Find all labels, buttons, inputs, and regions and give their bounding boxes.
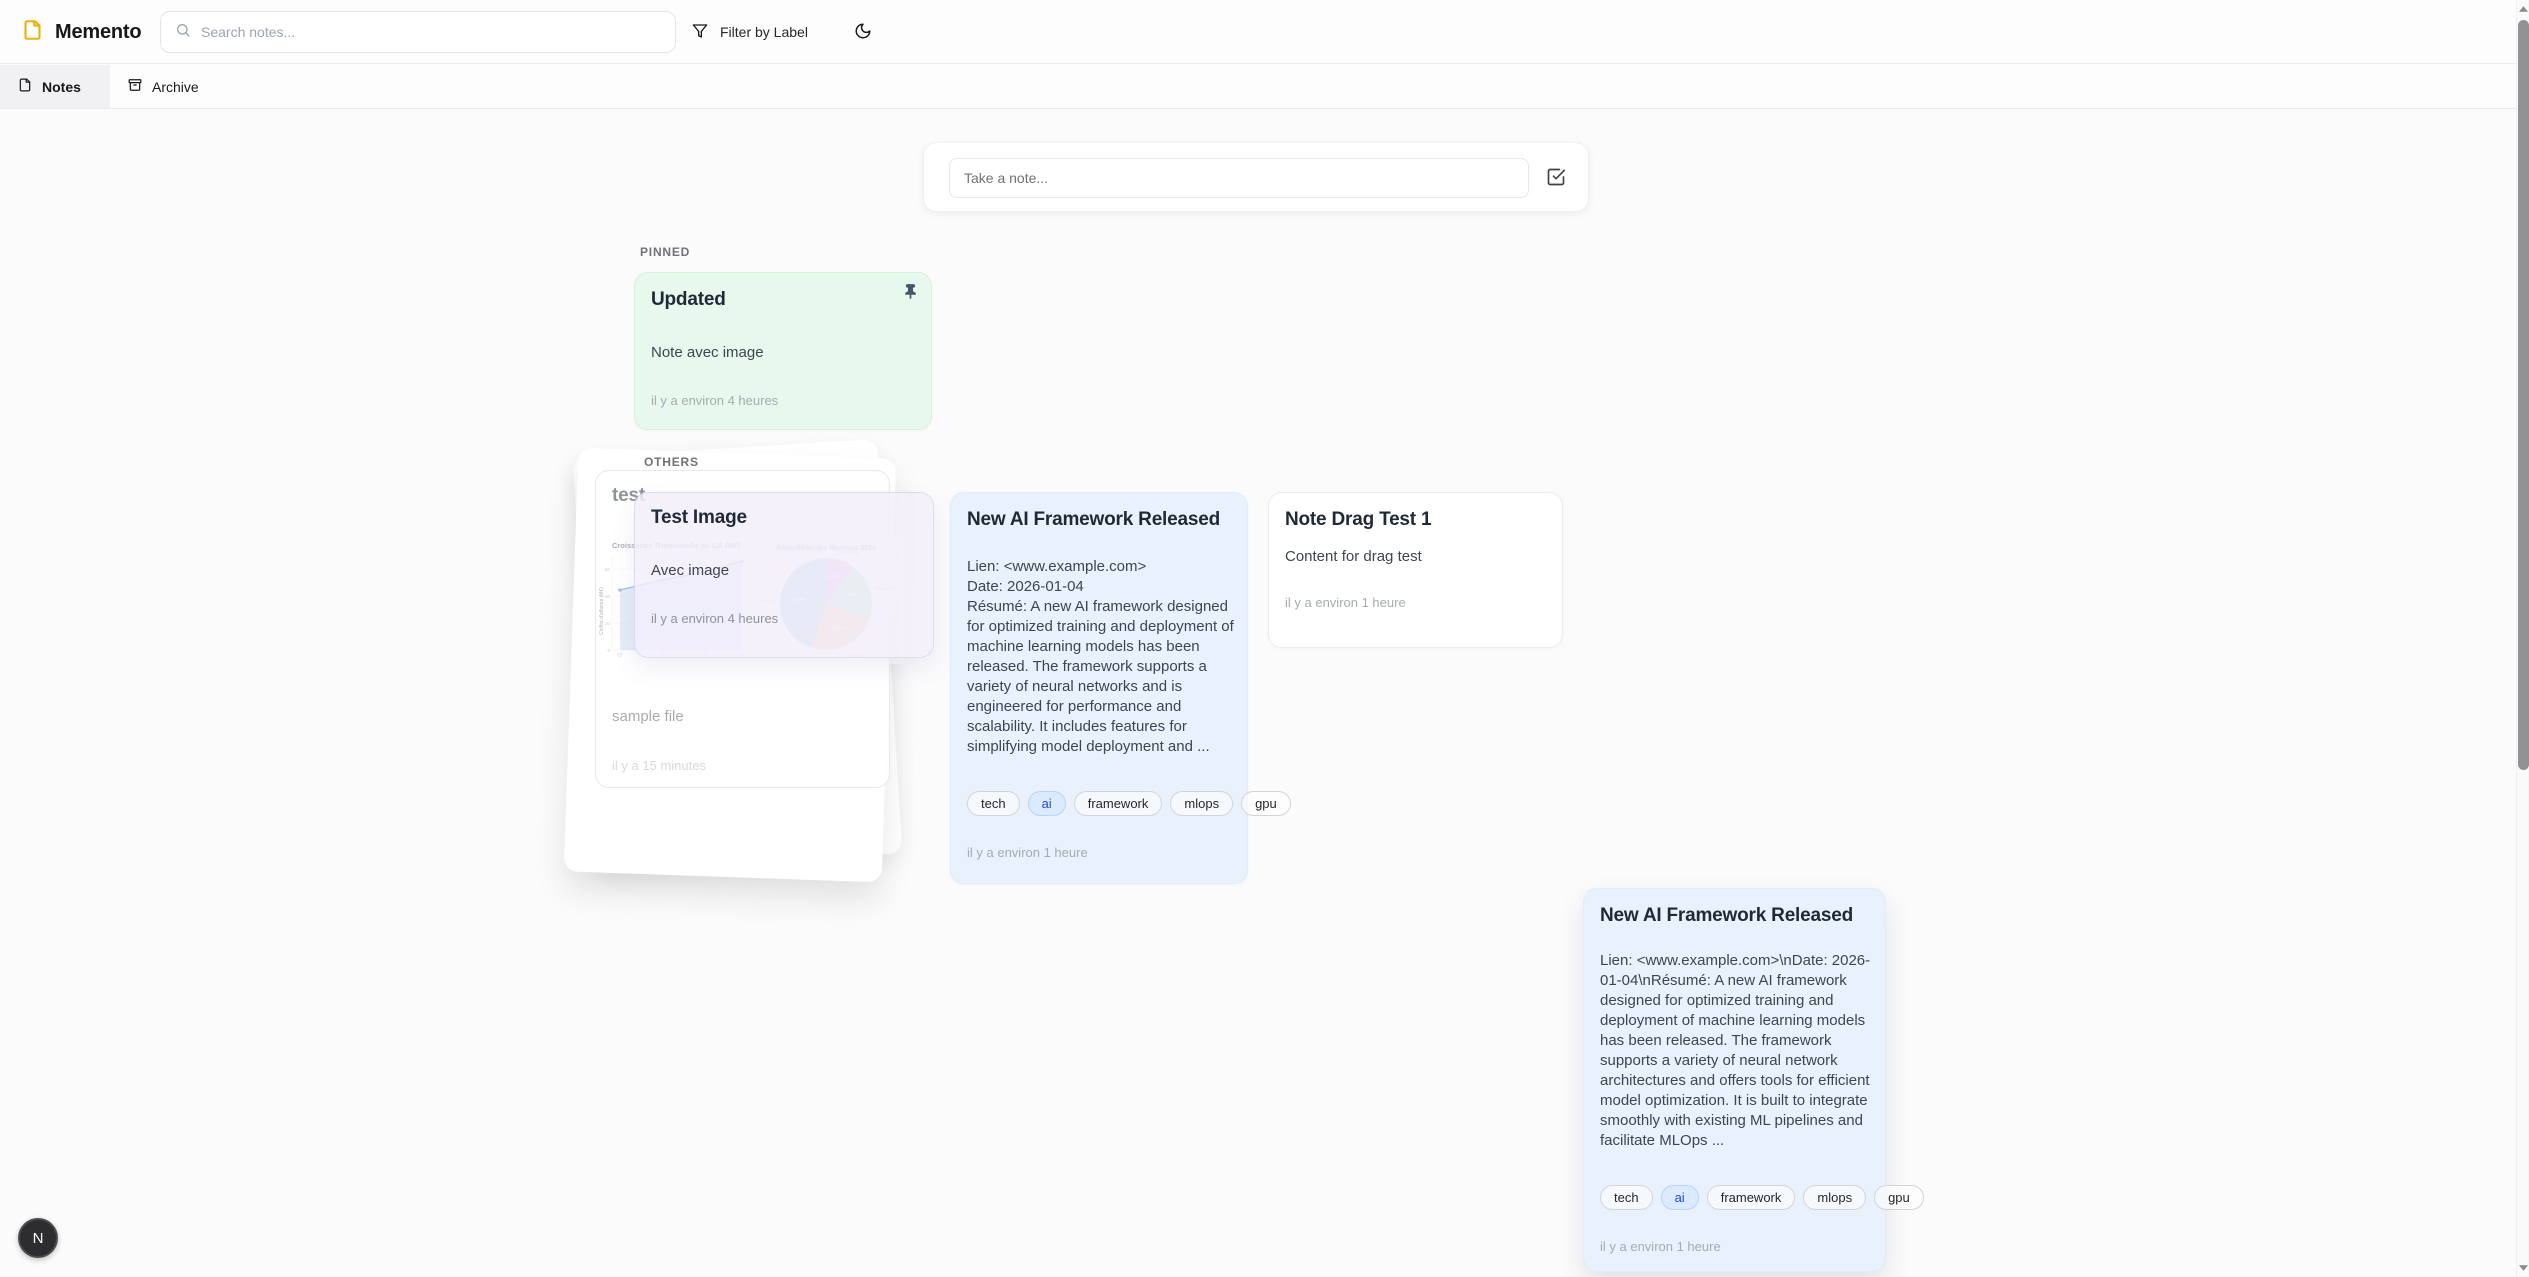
tag-pill-ai[interactable]: ai [1028, 791, 1066, 816]
note-card-drag-test-1[interactable]: Note Drag Test 1 Content for drag test i… [1268, 492, 1563, 648]
pin-button[interactable] [902, 283, 919, 303]
search-icon [175, 22, 191, 43]
note-timestamp: il y a environ 1 heure [967, 845, 1088, 860]
tag-pill-tech[interactable]: tech [1600, 1185, 1653, 1210]
tab-bar: Notes Archive [0, 65, 2529, 109]
tag-pill-ai[interactable]: ai [1661, 1185, 1699, 1210]
app-header: Memento Search notes... Filter by Label [0, 0, 2529, 64]
pin-icon [902, 288, 919, 303]
others-section-label: OTHERS [644, 455, 699, 469]
composer-placeholder: Take a note... [964, 170, 1048, 186]
note-title: New AI Framework Released [967, 509, 1231, 531]
svg-text:40: 40 [605, 594, 611, 599]
pinned-section-label: PINNED [640, 245, 690, 259]
new-checklist-button[interactable] [1538, 160, 1574, 196]
dragged-note-card-ai-framework[interactable]: New AI Framework Released Lien: <www.exa… [1583, 888, 1886, 1272]
svg-text:60: 60 [605, 567, 611, 572]
note-tags: techai framework mlops gpu [1600, 1185, 1924, 1210]
note-title: Updated [651, 289, 915, 311]
note-title: Note Drag Test 1 [1285, 509, 1546, 531]
search-input[interactable]: Search notes... [160, 11, 676, 53]
archive-icon [128, 78, 142, 95]
note-card-ai-framework[interactable]: New AI Framework Released Lien: <www.exa… [950, 492, 1248, 884]
moon-icon [854, 22, 872, 43]
note-body: Note avec image [651, 343, 915, 363]
tag-pill-tech[interactable]: tech [967, 791, 1020, 816]
note-timestamp: il y a environ 4 heures [651, 393, 915, 408]
scroll-down-arrow[interactable] [2517, 1261, 2529, 1275]
tab-archive[interactable]: Archive [110, 65, 217, 108]
search-placeholder: Search notes... [201, 24, 295, 40]
take-a-note-input[interactable]: Take a note... [949, 158, 1529, 198]
tab-notes-label: Notes [42, 79, 81, 95]
memento-logo-icon [22, 17, 43, 48]
drag-overlay-note-test-image[interactable]: Test Image Avec image il y a environ 4 h… [634, 492, 934, 658]
note-body: Avec image [651, 561, 729, 581]
filter-by-label-text: Filter by Label [720, 24, 808, 40]
tab-notes[interactable]: Notes [0, 65, 110, 108]
file-icon [18, 78, 32, 95]
filter-by-label-button[interactable]: Filter by Label [684, 14, 816, 50]
checkbox-icon [1546, 167, 1566, 190]
note-composer: Take a note... [923, 142, 1589, 212]
vertical-scrollbar [2516, 0, 2529, 1277]
tag-pill-mlops[interactable]: mlops [1170, 791, 1233, 816]
note-body: Content for drag test [1285, 547, 1422, 567]
tag-pill-gpu[interactable]: gpu [1874, 1185, 1924, 1210]
tag-pill-mlops[interactable]: mlops [1803, 1185, 1866, 1210]
scroll-up-arrow[interactable] [2517, 2, 2529, 16]
svg-text:20: 20 [605, 621, 611, 626]
note-timestamp: il y a environ 1 heure [1285, 595, 1406, 610]
note-body: Lien: <www.example.com>\nDate: 2026-01-0… [1600, 951, 1872, 1151]
scrollbar-thumb[interactable] [2518, 20, 2529, 770]
funnel-icon [692, 23, 708, 42]
tag-pill-gpu[interactable]: gpu [1241, 791, 1291, 816]
user-avatar[interactable]: N [18, 1218, 58, 1258]
note-body: Lien: <www.example.com> Date: 2026-01-04… [967, 557, 1235, 757]
note-card-updated[interactable]: Updated Note avec image il y a environ 4… [634, 272, 932, 430]
note-body: sample file [612, 707, 684, 727]
avatar-initial: N [33, 1230, 44, 1247]
tag-pill-framework[interactable]: framework [1074, 791, 1163, 816]
app-logo: Memento [22, 17, 141, 48]
tag-pill-framework[interactable]: framework [1707, 1185, 1796, 1210]
note-title: Test Image [651, 507, 917, 529]
theme-toggle-button[interactable] [845, 14, 881, 50]
note-timestamp: il y a 15 minutes [612, 758, 706, 773]
note-timestamp: il y a environ 1 heure [1600, 1239, 1721, 1254]
note-timestamp: il y a environ 4 heures [651, 611, 778, 626]
note-tags: techai framework mlops gpu [967, 791, 1291, 816]
note-title: New AI Framework Released [1600, 905, 1869, 927]
app-title: Memento [55, 21, 141, 44]
tab-archive-label: Archive [152, 79, 199, 95]
